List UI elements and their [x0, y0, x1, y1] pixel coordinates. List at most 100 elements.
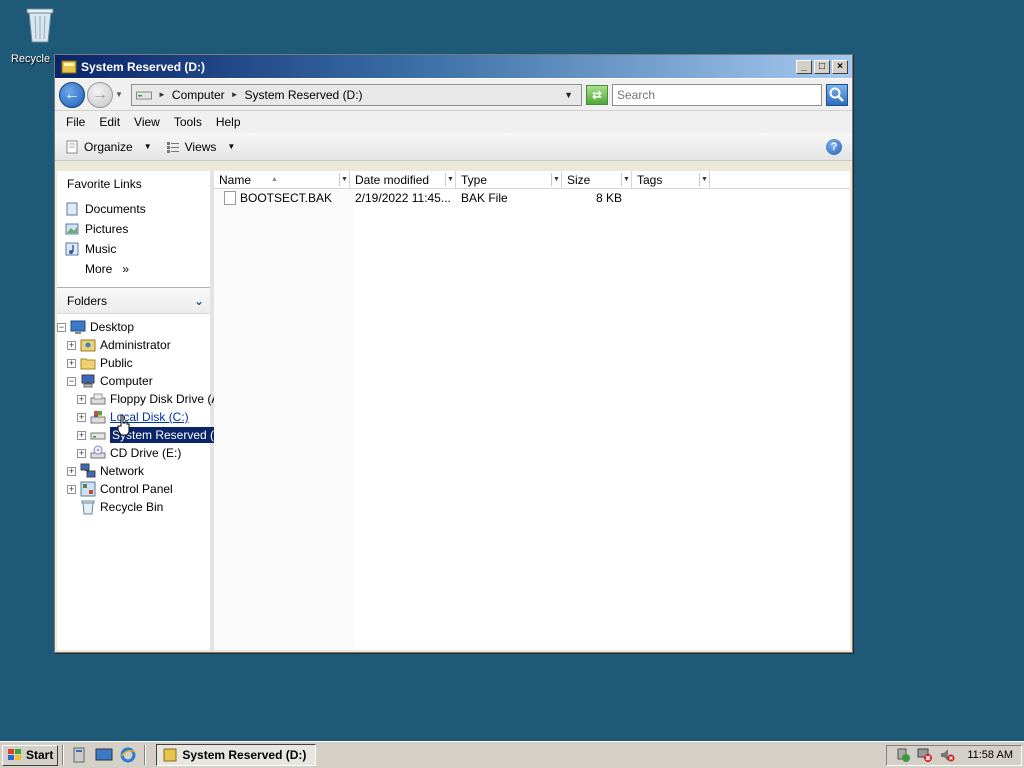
- menu-file[interactable]: File: [59, 115, 92, 129]
- favorite-links: Favorite Links Documents Pictures Music …: [57, 171, 210, 279]
- organize-label: Organize: [84, 139, 133, 154]
- column-filter-icon[interactable]: ▼: [445, 173, 455, 186]
- favorite-pictures[interactable]: Pictures: [65, 219, 210, 239]
- folders-header[interactable]: Folders ⌄: [57, 288, 210, 314]
- tree-item-cd-drive[interactable]: + CD Drive (E:): [57, 444, 210, 462]
- show-desktop-icon[interactable]: [95, 746, 113, 764]
- collapse-toggle[interactable]: −: [57, 322, 66, 332]
- explorer-body: Favorite Links Documents Pictures Music …: [57, 171, 850, 650]
- expand-toggle[interactable]: +: [67, 340, 76, 350]
- expand-toggle[interactable]: +: [67, 358, 76, 368]
- music-icon: [65, 242, 79, 256]
- taskbar-active-window[interactable]: System Reserved (D:): [156, 744, 317, 766]
- column-label: Size: [567, 172, 591, 187]
- start-label: Start: [26, 748, 54, 762]
- navigation-pane: Favorite Links Documents Pictures Music …: [57, 171, 233, 650]
- server-manager-icon[interactable]: [71, 746, 89, 764]
- maximize-button[interactable]: □: [814, 59, 830, 74]
- tree-item-computer[interactable]: − Computer: [57, 372, 210, 390]
- no-expander: [67, 503, 76, 512]
- favorite-music[interactable]: Music: [65, 239, 210, 259]
- expand-toggle[interactable]: +: [67, 466, 76, 476]
- breadcrumb-current[interactable]: System Reserved (D:): [245, 88, 363, 102]
- column-filter-icon[interactable]: ▼: [339, 173, 349, 186]
- column-type[interactable]: Type ▼: [456, 171, 562, 188]
- column-filter-icon[interactable]: ▼: [699, 173, 709, 186]
- column-label: Date modified: [355, 172, 430, 187]
- tree-label: Administrator: [100, 338, 171, 352]
- search-input[interactable]: [612, 83, 822, 106]
- column-filter-icon[interactable]: ▼: [621, 173, 631, 186]
- address-dropdown-icon[interactable]: ▼: [564, 90, 573, 100]
- drive-icon: [61, 60, 77, 73]
- folder-tree: − Desktop + Administrator + Public − Com…: [57, 314, 233, 516]
- windows-logo-icon: [8, 749, 21, 760]
- close-button[interactable]: ×: [832, 59, 848, 74]
- tree-item-control-panel[interactable]: + Control Panel: [57, 480, 210, 498]
- network-status-icon[interactable]: [917, 747, 933, 763]
- tree-item-system-reserved[interactable]: + System Reserved (D:): [57, 426, 233, 444]
- column-filter-icon[interactable]: ▼: [551, 173, 561, 186]
- expand-toggle[interactable]: +: [67, 484, 76, 494]
- minimize-button[interactable]: _: [796, 59, 812, 74]
- views-label: Views: [184, 139, 217, 154]
- tree-item-desktop[interactable]: − Desktop: [57, 318, 210, 336]
- tree-item-administrator[interactable]: + Administrator: [57, 336, 210, 354]
- column-name[interactable]: Name ▲ ▼: [214, 171, 350, 188]
- column-size[interactable]: Size ▼: [562, 171, 632, 188]
- column-label: Name: [219, 172, 252, 187]
- breadcrumb-computer[interactable]: Computer: [172, 88, 225, 102]
- control-panel-icon: [80, 481, 96, 497]
- recent-pages-dropdown[interactable]: ▼: [115, 90, 125, 99]
- tree-item-local-disk[interactable]: + Local Disk (C:): [57, 408, 210, 426]
- column-date-modified[interactable]: Date modified ▼: [350, 171, 456, 188]
- menu-help[interactable]: Help: [209, 115, 248, 129]
- floppy-drive-icon: [90, 393, 106, 405]
- favorite-documents[interactable]: Documents: [65, 199, 210, 219]
- address-bar[interactable]: ► Computer ► System Reserved (D:) ▼: [131, 83, 582, 106]
- taskbar-separator: [62, 745, 65, 765]
- favorites-more-button[interactable]: More »: [65, 259, 210, 279]
- internet-explorer-icon[interactable]: [119, 746, 137, 764]
- expand-toggle[interactable]: +: [77, 394, 86, 404]
- favorite-label: Music: [85, 242, 117, 256]
- tree-item-public[interactable]: + Public: [57, 354, 210, 372]
- volume-muted-icon[interactable]: [939, 747, 955, 763]
- column-label: Tags: [637, 172, 663, 187]
- title-bar[interactable]: System Reserved (D:) _ □ ×: [55, 55, 852, 79]
- file-row[interactable]: BOOTSECT.BAK 2/19/2022 11:45... BAK File…: [214, 189, 850, 207]
- refresh-icon: ⇄: [591, 87, 603, 102]
- tree-item-recycle-bin[interactable]: Recycle Bin: [57, 498, 210, 516]
- organize-button[interactable]: Organize ▼: [65, 140, 152, 154]
- tree-item-network[interactable]: + Network: [57, 462, 210, 480]
- tree-label: Network: [100, 464, 145, 478]
- file-list[interactable]: Name ▲ ▼ Date modified ▼ Type ▼ Size ▼ T…: [214, 171, 850, 650]
- tree-label: Control Panel: [100, 482, 173, 496]
- column-tags[interactable]: Tags ▼: [632, 171, 710, 188]
- column-label: Type: [461, 172, 488, 187]
- menu-edit[interactable]: Edit: [92, 115, 127, 129]
- views-button[interactable]: Views ▼: [166, 139, 235, 154]
- expand-toggle[interactable]: +: [77, 430, 86, 440]
- clock[interactable]: 11:58 AM: [967, 749, 1013, 761]
- tree-item-floppy[interactable]: + Floppy Disk Drive (A:): [57, 390, 227, 408]
- chevron-down-icon: ⌄: [193, 293, 204, 308]
- address-row: ← → ▼ ► Computer ► System Reserved (D:) …: [55, 79, 852, 111]
- search-icon: [829, 87, 844, 102]
- breadcrumb-arrow-icon[interactable]: ►: [158, 90, 166, 99]
- more-label: More: [85, 262, 113, 276]
- menu-view[interactable]: View: [127, 115, 167, 129]
- computer-icon: [81, 374, 95, 388]
- menu-tools[interactable]: Tools: [167, 115, 209, 129]
- expand-toggle[interactable]: +: [77, 448, 86, 458]
- collapse-toggle[interactable]: −: [67, 376, 76, 386]
- breadcrumb-arrow-icon[interactable]: ►: [231, 90, 239, 99]
- expand-toggle[interactable]: +: [77, 412, 86, 422]
- back-button[interactable]: ←: [59, 81, 85, 108]
- search-button[interactable]: [826, 83, 848, 106]
- security-shield-icon[interactable]: [895, 747, 911, 763]
- help-icon[interactable]: ?: [826, 138, 842, 155]
- refresh-button[interactable]: ⇄: [586, 84, 608, 105]
- start-button[interactable]: Start: [2, 744, 59, 766]
- forward-button[interactable]: →: [87, 81, 113, 108]
